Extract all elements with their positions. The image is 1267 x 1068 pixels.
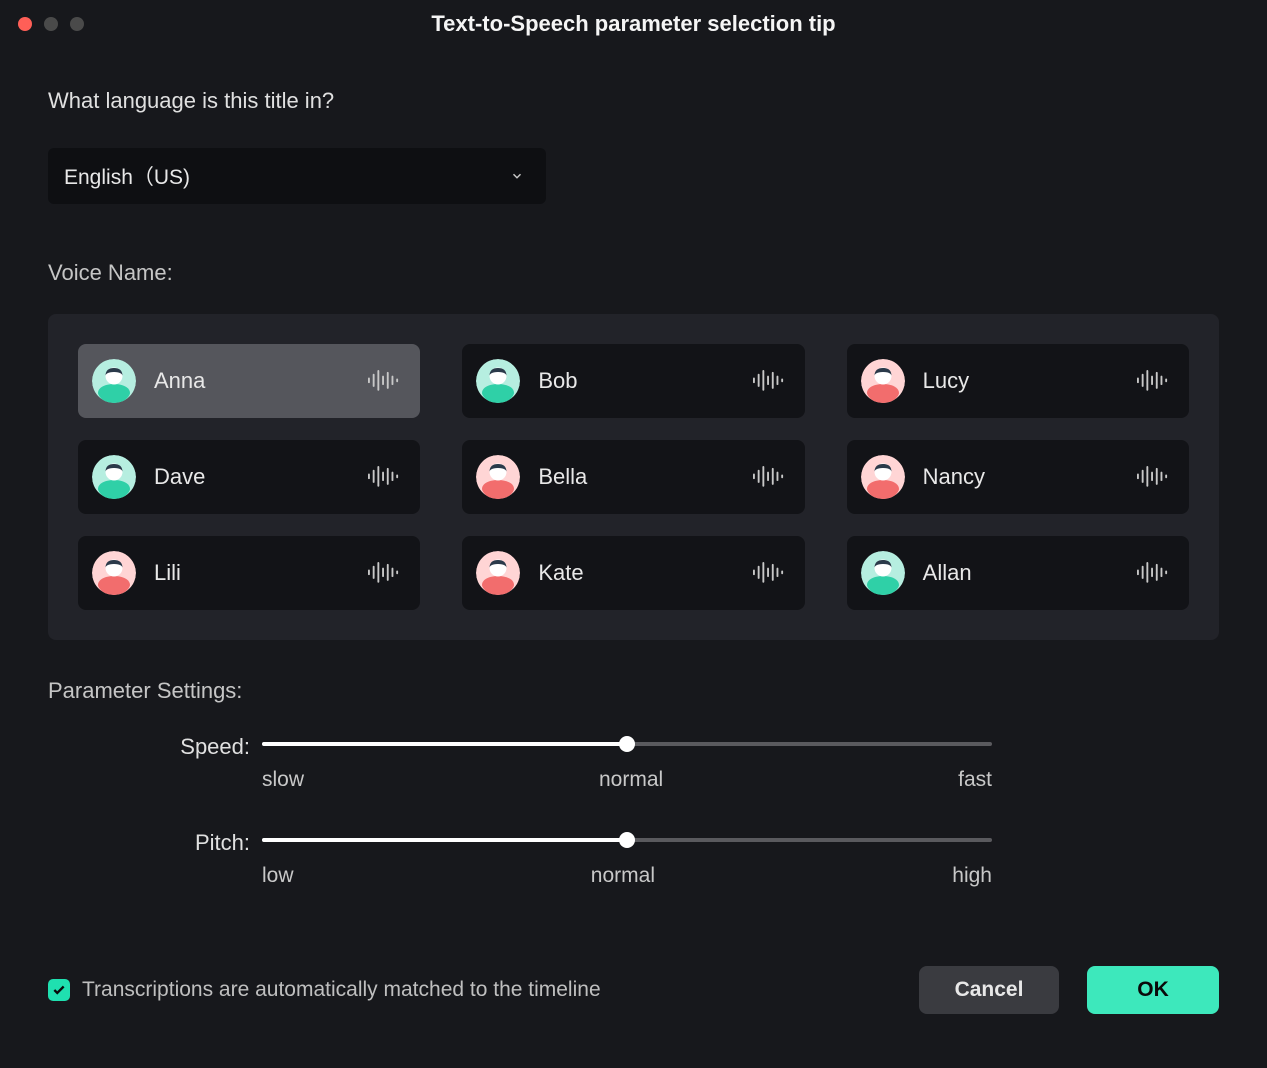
dialog-content: What language is this title in? English（… bbox=[0, 48, 1267, 956]
pitch-mark-low: low bbox=[262, 864, 294, 888]
parameter-section: Speed: slow normal fast Pitch: bbox=[48, 734, 1219, 888]
pitch-row: Pitch: low normal high bbox=[48, 830, 1219, 888]
avatar-icon bbox=[92, 455, 136, 499]
pitch-slider-wrap: low normal high bbox=[262, 830, 992, 888]
speed-slider[interactable] bbox=[262, 734, 992, 754]
voice-name-label: Bob bbox=[538, 368, 752, 394]
language-question: What language is this title in? bbox=[48, 88, 1219, 114]
voice-name-label: Allan bbox=[923, 560, 1137, 586]
waveform-icon[interactable] bbox=[368, 370, 400, 392]
check-icon bbox=[52, 983, 66, 997]
window-controls bbox=[18, 17, 84, 31]
waveform-icon[interactable] bbox=[368, 466, 400, 488]
auto-match-label: Transcriptions are automatically matched… bbox=[82, 978, 601, 1002]
voice-card-allan[interactable]: Allan bbox=[847, 536, 1189, 610]
voice-name-label: Voice Name: bbox=[48, 260, 1219, 286]
avatar-icon bbox=[476, 455, 520, 499]
titlebar: Text-to-Speech parameter selection tip bbox=[0, 0, 1267, 48]
speed-mark-fast: fast bbox=[958, 768, 992, 792]
avatar-icon bbox=[476, 359, 520, 403]
close-window-button[interactable] bbox=[18, 17, 32, 31]
speed-row: Speed: slow normal fast bbox=[48, 734, 1219, 792]
ok-button[interactable]: OK bbox=[1087, 966, 1219, 1014]
voice-panel: Anna Bob Lucy bbox=[48, 314, 1219, 640]
speed-slider-thumb[interactable] bbox=[619, 736, 635, 752]
speed-mark-slow: slow bbox=[262, 768, 304, 792]
avatar-icon bbox=[476, 551, 520, 595]
pitch-label: Pitch: bbox=[48, 830, 250, 856]
pitch-slider-thumb[interactable] bbox=[619, 832, 635, 848]
waveform-icon[interactable] bbox=[1137, 370, 1169, 392]
voice-card-bob[interactable]: Bob bbox=[462, 344, 804, 418]
waveform-icon[interactable] bbox=[1137, 466, 1169, 488]
voice-card-nancy[interactable]: Nancy bbox=[847, 440, 1189, 514]
speed-mark-normal: normal bbox=[599, 768, 663, 792]
voice-name-label: Kate bbox=[538, 560, 752, 586]
speed-label: Speed: bbox=[48, 734, 250, 760]
voice-name-label: Anna bbox=[154, 368, 368, 394]
waveform-icon[interactable] bbox=[368, 562, 400, 584]
voice-card-anna[interactable]: Anna bbox=[78, 344, 420, 418]
parameter-settings-label: Parameter Settings: bbox=[48, 678, 1219, 704]
voice-name-label: Nancy bbox=[923, 464, 1137, 490]
avatar-icon bbox=[861, 551, 905, 595]
pitch-slider[interactable] bbox=[262, 830, 992, 850]
chevron-down-icon bbox=[510, 169, 524, 183]
button-group: Cancel OK bbox=[919, 966, 1219, 1014]
voice-name-label: Lili bbox=[154, 560, 368, 586]
waveform-icon[interactable] bbox=[753, 466, 785, 488]
auto-match-checkbox[interactable] bbox=[48, 979, 70, 1001]
language-dropdown[interactable]: English（US) bbox=[48, 148, 546, 204]
voice-card-dave[interactable]: Dave bbox=[78, 440, 420, 514]
pitch-slider-marks: low normal high bbox=[262, 864, 992, 888]
avatar-icon bbox=[861, 359, 905, 403]
maximize-window-button[interactable] bbox=[70, 17, 84, 31]
auto-match-checkbox-row: Transcriptions are automatically matched… bbox=[48, 978, 601, 1002]
voice-name-label: Lucy bbox=[923, 368, 1137, 394]
voice-name-label: Dave bbox=[154, 464, 368, 490]
dialog-title: Text-to-Speech parameter selection tip bbox=[431, 11, 835, 37]
avatar-icon bbox=[92, 551, 136, 595]
avatar-icon bbox=[861, 455, 905, 499]
speed-slider-wrap: slow normal fast bbox=[262, 734, 992, 792]
pitch-mark-high: high bbox=[952, 864, 992, 888]
voice-card-lucy[interactable]: Lucy bbox=[847, 344, 1189, 418]
voice-card-kate[interactable]: Kate bbox=[462, 536, 804, 610]
speed-slider-marks: slow normal fast bbox=[262, 768, 992, 792]
voice-name-label: Bella bbox=[538, 464, 752, 490]
waveform-icon[interactable] bbox=[753, 370, 785, 392]
cancel-button[interactable]: Cancel bbox=[919, 966, 1059, 1014]
dialog-footer: Transcriptions are automatically matched… bbox=[48, 966, 1219, 1014]
voice-card-lili[interactable]: Lili bbox=[78, 536, 420, 610]
waveform-icon[interactable] bbox=[1137, 562, 1169, 584]
voice-card-bella[interactable]: Bella bbox=[462, 440, 804, 514]
waveform-icon[interactable] bbox=[753, 562, 785, 584]
pitch-mark-normal: normal bbox=[591, 864, 655, 888]
language-selected-value: English（US) bbox=[64, 161, 190, 191]
avatar-icon bbox=[92, 359, 136, 403]
minimize-window-button[interactable] bbox=[44, 17, 58, 31]
